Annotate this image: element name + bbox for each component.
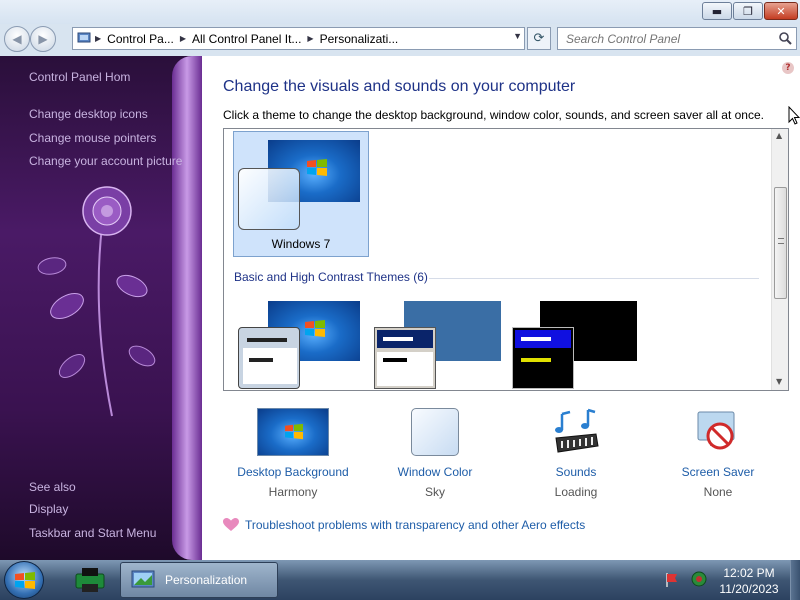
refresh-icon: ⟳ [533,31,545,46]
title-bar[interactable]: ▬ ❐ ✕ [0,0,800,24]
refresh-button[interactable]: ⟳ [527,27,551,50]
breadcrumb-all-items[interactable]: All Control Panel It... [186,32,307,46]
troubleshoot-link-text[interactable]: Troubleshoot problems with transparency … [245,518,585,532]
network-icon[interactable] [690,570,708,588]
personalization-icon [131,570,155,588]
clock-time: 12:02 PM [723,566,775,580]
screen-saver-tile[interactable]: Screen Saver None [648,408,788,508]
desktop-background-tile[interactable]: Desktop Background Harmony [223,408,363,508]
tile-value: Sky [424,485,445,499]
theme-name: Windows 7 [271,237,331,251]
tile-name[interactable]: Window Color [365,465,505,479]
desktop-background-icon [257,408,329,456]
change-desktop-icons-link[interactable]: Change desktop icons [29,107,148,121]
forward-arrow-icon: ▶ [38,32,48,46]
heart-icon [223,518,239,531]
see-also-heading: See also [29,480,76,494]
show-desktop-button[interactable] [790,560,800,600]
display-link[interactable]: Display [29,502,68,516]
back-button[interactable]: ◀ [4,26,30,52]
main-content: ? Change the visuals and sounds on your … [202,56,800,560]
control-panel-home-link[interactable]: Control Panel Hom [29,70,130,84]
purple-swoosh-decoration [172,56,202,560]
theme-windows-7[interactable]: Windows 7 [233,131,369,257]
tile-name[interactable]: Sounds [506,465,646,479]
classic-window-preview [374,327,436,389]
basic-themes-heading: Basic and High Contrast Themes (6) [234,270,428,284]
taskbar: Personalization 12:02 PM 11/20/2023 [0,560,800,600]
windows-logo-icon [15,572,35,589]
sounds-tile[interactable]: Sounds Loading [506,408,646,508]
start-button[interactable] [4,561,44,599]
scroll-up-icon[interactable]: ▲ [776,131,782,140]
navigation-bar: ◀ ▶ ▶ Control Pa... ▶ All Control Panel … [0,24,800,54]
theme-scrollbar[interactable]: ▲ ▼ [771,129,788,390]
forward-button[interactable]: ▶ [30,26,56,52]
system-clock[interactable]: 12:02 PM 11/20/2023 [716,565,782,597]
change-account-picture-link[interactable]: Change your account picture [29,154,182,168]
window-color-icon [411,408,459,456]
scroll-down-icon[interactable]: ▼ [776,377,782,386]
tile-value: Loading [554,485,598,499]
theme-classic[interactable] [374,299,504,390]
help-icon[interactable]: ? [782,62,794,74]
basic-window-preview [238,327,300,389]
troubleshoot-link[interactable]: Troubleshoot problems with transparency … [223,518,585,532]
tile-name[interactable]: Desktop Background [223,465,363,479]
taskbar-button-label: Personalization [165,573,248,587]
taskbar-start-menu-link[interactable]: Taskbar and Start Menu [29,526,156,540]
printer-app-icon [75,568,105,592]
minimize-button[interactable]: ▬ [702,2,732,20]
tile-value: None [703,485,733,499]
theme-windows-basic[interactable] [238,299,363,390]
rose-wallpaper-decoration [37,186,156,417]
address-dropdown-icon[interactable]: ▼ [513,31,522,41]
window-color-tile[interactable]: Window Color Sky [365,408,505,508]
theme-high-contrast[interactable] [512,299,642,390]
tile-value: Harmony [268,485,318,499]
back-arrow-icon: ◀ [12,32,22,46]
scroll-thumb[interactable] [774,187,787,299]
taskbar-personalization-button[interactable]: Personalization [120,562,278,598]
group-divider [429,278,759,279]
page-title: Change the visuals and sounds on your co… [223,78,576,95]
pinned-app-button[interactable] [66,562,112,598]
task-pane: Control Panel Hom Change desktop icons C… [0,56,202,560]
personalization-window: ▬ ❐ ✕ ◀ ▶ ▶ Control Pa... ▶ All Control … [0,0,800,560]
search-input[interactable] [566,31,766,46]
address-bar[interactable]: ▶ Control Pa... ▶ All Control Panel It..… [72,27,525,50]
windows-logo-icon [306,158,328,183]
sounds-icon [550,408,602,459]
theme-glass-preview [238,168,300,230]
breadcrumb-personalization[interactable]: Personalizati... [314,32,405,46]
maximize-button[interactable]: ❐ [733,2,763,20]
change-mouse-pointers-link[interactable]: Change mouse pointers [29,131,156,145]
high-contrast-window-preview [512,327,574,389]
tile-name[interactable]: Screen Saver [648,465,788,479]
search-icon[interactable] [778,31,792,48]
search-box[interactable] [557,27,797,50]
close-button[interactable]: ✕ [764,2,798,20]
clock-date: 11/20/2023 [719,582,779,596]
control-panel-icon [73,32,95,46]
breadcrumb-control-panel[interactable]: Control Pa... [101,32,180,46]
mouse-cursor-icon [788,106,800,125]
screen-saver-icon [692,408,744,459]
theme-gallery[interactable]: Windows 7 Basic and High Contrast Themes… [223,128,789,391]
action-center-flag-icon[interactable] [664,572,680,588]
page-subtitle: Click a theme to change the desktop back… [223,108,764,122]
windows-logo-icon [304,319,326,344]
